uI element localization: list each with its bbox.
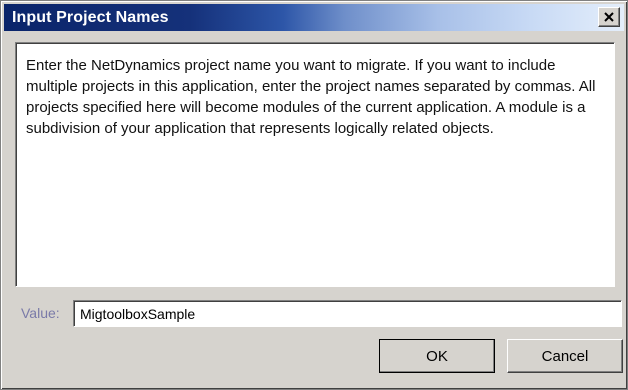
cancel-button[interactable]: Cancel bbox=[507, 339, 623, 373]
value-input[interactable] bbox=[73, 300, 622, 327]
description-text-area[interactable]: Enter the NetDynamics project name you w… bbox=[15, 42, 615, 287]
dialog-title: Input Project Names bbox=[12, 9, 169, 26]
close-icon bbox=[604, 12, 614, 22]
ok-button[interactable]: OK bbox=[379, 339, 495, 373]
input-project-names-dialog: Input Project Names Enter the NetDynamic… bbox=[0, 0, 628, 390]
value-label: Value: bbox=[21, 305, 60, 321]
title-bar[interactable]: Input Project Names bbox=[4, 4, 624, 31]
close-button[interactable] bbox=[598, 7, 620, 27]
